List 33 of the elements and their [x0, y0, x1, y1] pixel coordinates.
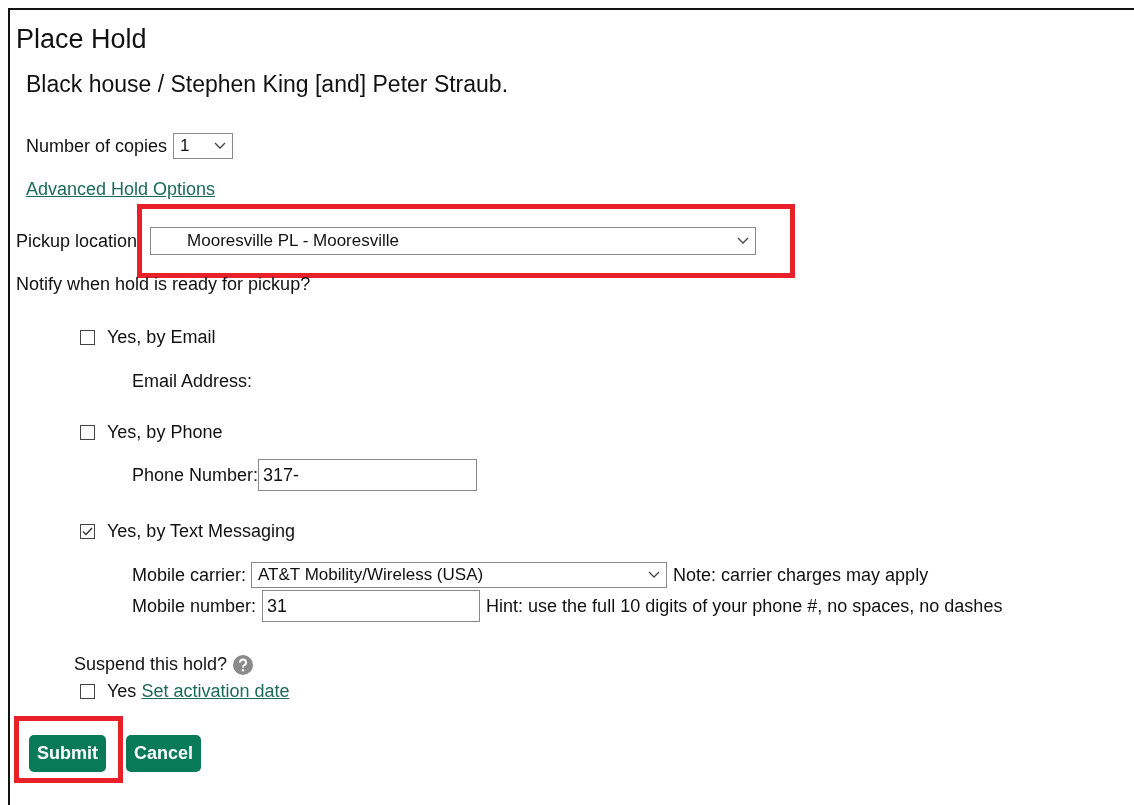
option-label: Yes, by Email	[107, 327, 216, 348]
pickup-select[interactable]: Mooresville PL - Mooresville	[150, 227, 757, 255]
carrier-note: Note: carrier charges may apply	[673, 564, 929, 586]
notify-question: Notify when hold is ready for pickup?	[16, 274, 311, 295]
mobile-number-label: Mobile number:	[132, 595, 257, 617]
checkbox[interactable]	[80, 524, 95, 539]
phone-input[interactable]: 317-	[258, 459, 478, 491]
copies-label: Number of copies	[26, 135, 168, 157]
mobile-number-input[interactable]: 31	[262, 590, 481, 622]
caret-icon	[737, 237, 750, 245]
suspend-question: Suspend this hold?	[74, 654, 228, 675]
phone-label: Phone Number:	[132, 464, 259, 486]
item-title: Black house / Stephen King [and] Peter Straub.	[26, 71, 510, 98]
help-icon[interactable]	[233, 654, 254, 675]
page-title: Place Hold	[16, 24, 148, 55]
checkbox[interactable]	[80, 330, 95, 345]
number-hint: Hint: use the full 10 digits of your phone #, no spaces, no dashes	[486, 595, 1003, 617]
checkbox[interactable]	[80, 425, 95, 440]
option-label: Yes, by Phone	[107, 422, 223, 443]
email-label: Email Address:	[132, 371, 253, 392]
copies-select[interactable]: 1	[173, 133, 234, 159]
option-label: Yes, by Text Messaging	[107, 521, 296, 542]
activation-date-link[interactable]: Set activation date	[141, 681, 290, 702]
form-button[interactable]: Cancel	[126, 735, 202, 772]
carrier-select[interactable]: AT&T Mobility/Wireless (USA)	[251, 562, 668, 588]
checkbox[interactable]	[80, 684, 95, 699]
yes-label: Yes	[107, 681, 137, 702]
caret-icon	[214, 142, 227, 150]
form-button[interactable]: Submit	[29, 735, 106, 772]
pickup-label: Pickup location	[16, 230, 138, 252]
caret-icon	[648, 571, 661, 579]
advanced-options-link[interactable]: Advanced Hold Options	[26, 179, 216, 200]
carrier-label: Mobile carrier:	[132, 564, 247, 586]
